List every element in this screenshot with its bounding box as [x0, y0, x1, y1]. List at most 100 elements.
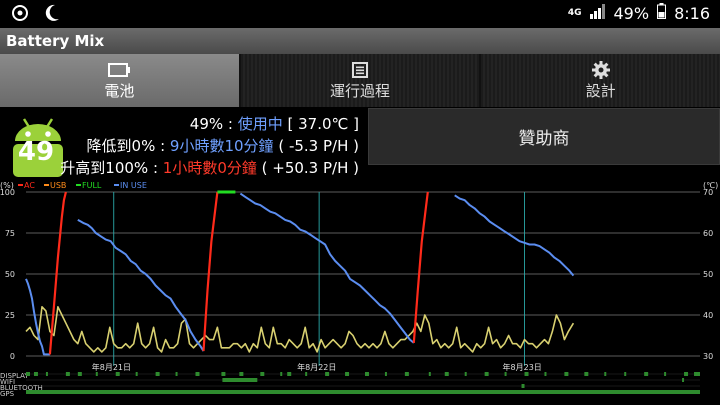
- event-display-mark: [404, 372, 409, 376]
- ac-charging-series-line: [48, 191, 67, 355]
- day-label: 年8月22日: [297, 362, 336, 372]
- charge-time: 1小時數0分鐘: [162, 159, 257, 177]
- tab-settings-label: 設計: [585, 82, 616, 100]
- charge-estimate-line: 升高到100% : 1小時數0分鐘 ( +50.3 P/H ): [60, 157, 359, 179]
- temperature-series-line: [25, 306, 575, 353]
- status-bar: 4G 49% 8:16: [0, 0, 720, 28]
- event-row-label: GPS: [0, 390, 15, 398]
- battery-status-line: 49% : 使用中 [ 37.0℃ ]: [60, 113, 359, 135]
- event-display-mark: [345, 372, 350, 376]
- event-display-mark: [287, 372, 292, 376]
- event-wifi-mark: [682, 378, 685, 382]
- event-display-mark: [564, 372, 569, 376]
- event-display-mark: [115, 372, 120, 376]
- battery-status-icon: [657, 3, 667, 23]
- event-display-mark: [428, 372, 431, 376]
- event-display-mark: [444, 372, 449, 376]
- event-display-mark: [484, 372, 489, 376]
- tab-history[interactable]: 運行過程: [240, 54, 480, 107]
- app-bar: Battery Mix: [0, 28, 720, 54]
- legend-item: AC: [24, 181, 35, 190]
- event-display-mark: [65, 372, 70, 376]
- event-display-mark: [325, 372, 330, 376]
- event-display-mark: [364, 372, 369, 376]
- y-tick-label-left: 25: [5, 311, 15, 320]
- list-icon: [352, 60, 368, 80]
- event-display-mark: [664, 372, 667, 376]
- event-display-mark: [155, 372, 160, 376]
- event-display-mark: [33, 372, 38, 376]
- in-use-series-line: [454, 194, 575, 277]
- network-type-label: 4G: [567, 7, 582, 18]
- app-title: Battery Mix: [6, 32, 105, 50]
- y-tick-label-right: 70: [703, 188, 713, 197]
- event-display-mark: [77, 372, 82, 376]
- ac-charging-series-line: [412, 191, 429, 343]
- event-display-mark: [260, 372, 265, 376]
- signal-icon: [589, 3, 606, 23]
- battery-icon: [108, 60, 131, 80]
- event-display-mark: [584, 372, 589, 376]
- event-wifi-mark: [222, 378, 258, 382]
- tab-settings[interactable]: 設計: [481, 54, 720, 107]
- event-display-mark: [45, 372, 48, 376]
- battery-level-badge: 49: [17, 137, 55, 167]
- event-display-mark: [135, 372, 138, 376]
- day-label: 年8月21日: [92, 362, 131, 372]
- charge-rate: ( +50.3 P/H ): [256, 159, 359, 177]
- event-display-mark: [504, 372, 507, 376]
- clock: 8:16: [674, 3, 710, 23]
- sponsor-button[interactable]: 贊助商: [368, 108, 720, 165]
- status-text: 使用中: [237, 115, 283, 133]
- discharge-estimate-line: 降低到0% : 9小時數10分鐘 ( -5.3 P/H ): [60, 135, 359, 157]
- event-display-mark: [544, 372, 547, 376]
- y-tick-label-left: 50: [5, 270, 15, 279]
- event-display-mark: [26, 372, 30, 376]
- event-display-mark: [644, 372, 649, 376]
- event-display-mark: [624, 372, 627, 376]
- event-display-mark: [195, 372, 200, 376]
- legend-item: IN USE: [120, 181, 147, 190]
- event-gps-mark: [26, 390, 700, 394]
- y-tick-label-right: 40: [703, 311, 713, 320]
- tab-battery[interactable]: 電池: [0, 54, 239, 107]
- battery-info-panel: 49 49% : 使用中 [ 37.0℃ ] 降低到0% : 9小時數10分鐘 …: [0, 107, 367, 181]
- discharge-time: 9小時數10分鐘: [169, 137, 274, 155]
- in-use-series-line: [77, 219, 205, 352]
- event-display-mark: [239, 372, 244, 376]
- tab-bar: 電池 運行過程 設計: [0, 54, 720, 107]
- event-display-mark: [221, 372, 226, 376]
- event-display-mark: [280, 372, 283, 376]
- event-display-mark: [305, 372, 308, 376]
- event-display-mark: [384, 372, 387, 376]
- event-display-mark: [464, 372, 467, 376]
- tab-history-label: 運行過程: [330, 82, 391, 100]
- event-display-mark: [684, 372, 689, 376]
- legend-item: FULL: [82, 181, 102, 190]
- y-tick-label-left: 100: [0, 188, 15, 197]
- y-tick-label-right: 60: [703, 229, 713, 238]
- discharge-rate: ( -5.3 P/H ): [273, 137, 359, 155]
- battery-history-chart[interactable]: (%) (℃)AC USB FULL IN USE100 7075 6050 5025 400 3…: [0, 178, 720, 405]
- in-use-series-line: [239, 192, 415, 344]
- event-display-mark: [524, 372, 529, 376]
- y-tick-label-right: 50: [703, 270, 713, 279]
- tab-battery-label: 電池: [104, 82, 135, 100]
- notification-icon: [10, 4, 30, 26]
- temperature-text: [ 37.0℃ ]: [282, 115, 360, 133]
- charge-prefix: 升高到100% :: [60, 159, 163, 177]
- moon-icon: [44, 4, 60, 26]
- battery-percent: 49%: [613, 3, 650, 23]
- day-label: 年8月23日: [503, 362, 542, 372]
- event-bluetooth-mark: [521, 384, 525, 388]
- event-display-mark: [95, 372, 98, 376]
- y-tick-label-left: 0: [10, 352, 15, 361]
- y-tick-label-right: 30: [703, 352, 713, 361]
- y-tick-label-left: 75: [5, 229, 15, 238]
- event-display-mark: [175, 372, 178, 376]
- event-display-mark: [694, 372, 700, 376]
- ac-charging-series-line: [202, 191, 219, 352]
- gear-icon: [591, 60, 610, 80]
- event-display-mark: [604, 372, 607, 376]
- legend-item: USB: [50, 181, 66, 190]
